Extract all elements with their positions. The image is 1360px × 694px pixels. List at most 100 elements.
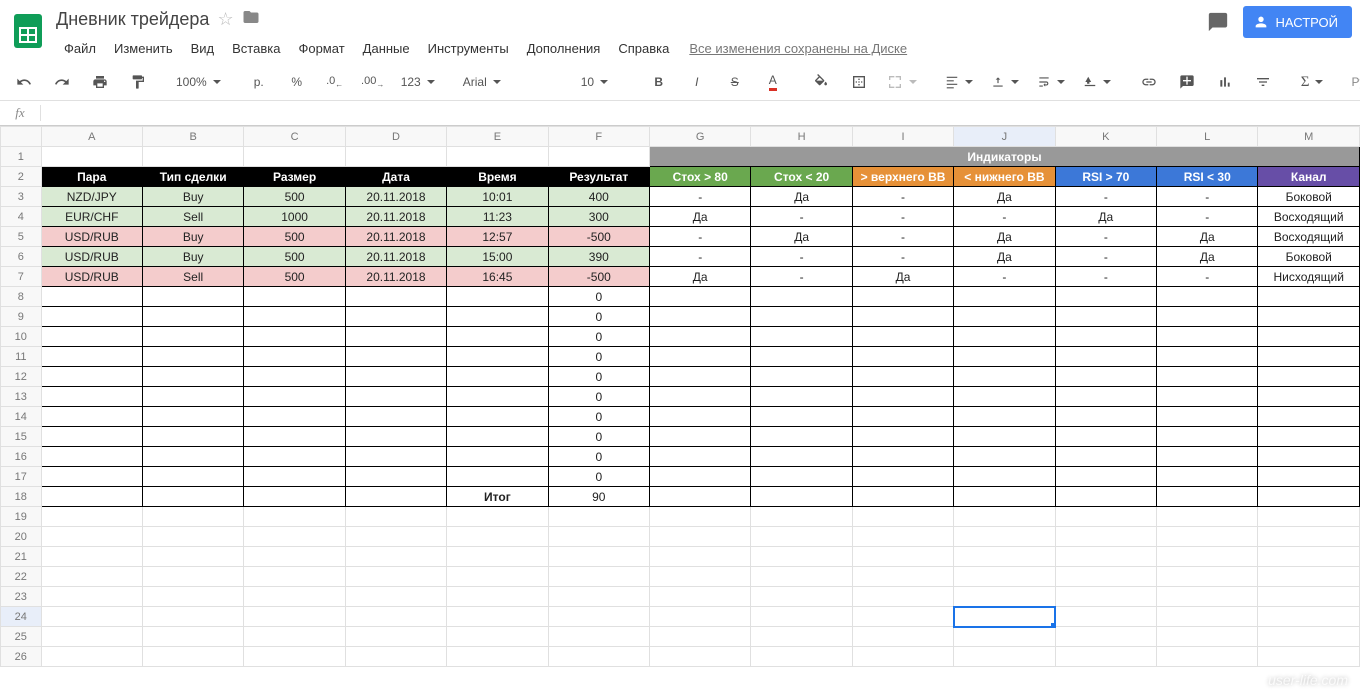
cell[interactable] <box>345 467 446 487</box>
row-header[interactable]: 11 <box>1 347 42 367</box>
cell[interactable]: - <box>650 227 751 247</box>
cell[interactable] <box>142 547 243 567</box>
cell[interactable] <box>650 327 751 347</box>
cell[interactable] <box>954 627 1055 647</box>
cell[interactable]: - <box>650 187 751 207</box>
percent-format[interactable]: % <box>279 68 315 96</box>
cell[interactable] <box>1055 287 1156 307</box>
cell[interactable] <box>142 407 243 427</box>
cell[interactable] <box>1258 527 1360 547</box>
cell[interactable] <box>1258 387 1360 407</box>
cell[interactable] <box>345 487 446 507</box>
menu-insert[interactable]: Вставка <box>224 37 288 60</box>
cell[interactable] <box>244 567 345 587</box>
folder-icon[interactable] <box>242 8 260 31</box>
row-header[interactable]: 24 <box>1 607 42 627</box>
col-header-F[interactable]: F <box>548 127 649 147</box>
cell[interactable] <box>1055 627 1156 647</box>
col-header-H[interactable]: H <box>751 127 852 147</box>
row-header[interactable]: 21 <box>1 547 42 567</box>
cell[interactable] <box>548 547 649 567</box>
cell[interactable] <box>1055 407 1156 427</box>
cell[interactable]: USD/RUB <box>41 267 142 287</box>
cell[interactable] <box>751 447 852 467</box>
col-header-E[interactable]: E <box>447 127 548 147</box>
row-header[interactable]: 19 <box>1 507 42 527</box>
row-header[interactable]: 26 <box>1 647 42 667</box>
cell[interactable] <box>345 627 446 647</box>
row-header[interactable]: 13 <box>1 387 42 407</box>
col-header-M[interactable]: M <box>1258 127 1360 147</box>
cell[interactable] <box>650 627 751 647</box>
cell[interactable] <box>345 607 446 627</box>
cell[interactable] <box>1157 627 1258 647</box>
cell[interactable] <box>1157 507 1258 527</box>
cell[interactable] <box>1157 387 1258 407</box>
cell[interactable] <box>548 527 649 547</box>
cell[interactable] <box>244 527 345 547</box>
cell[interactable] <box>142 387 243 407</box>
cell[interactable] <box>244 647 345 667</box>
row-header[interactable]: 18 <box>1 487 42 507</box>
link-icon[interactable] <box>1131 68 1167 96</box>
col-header-L[interactable]: L <box>1157 127 1258 147</box>
cell[interactable]: - <box>1157 207 1258 227</box>
cell[interactable] <box>1157 307 1258 327</box>
py-button[interactable]: Py <box>1343 68 1360 96</box>
cell[interactable] <box>244 347 345 367</box>
row-header[interactable]: 5 <box>1 227 42 247</box>
chart-icon[interactable] <box>1207 68 1243 96</box>
cell[interactable] <box>751 467 852 487</box>
cell[interactable] <box>548 627 649 647</box>
cell[interactable] <box>1258 327 1360 347</box>
cell[interactable] <box>41 607 142 627</box>
cell[interactable] <box>447 527 548 547</box>
text-color-button[interactable]: A <box>755 68 791 96</box>
cell[interactable] <box>1258 547 1360 567</box>
cell[interactable] <box>650 547 751 567</box>
table-header[interactable]: Тип сделки <box>142 167 243 187</box>
cell[interactable] <box>954 527 1055 547</box>
font-size-select[interactable]: 10 <box>573 68 629 96</box>
rotation-icon[interactable] <box>1075 68 1119 96</box>
cell[interactable] <box>142 347 243 367</box>
cell[interactable] <box>954 407 1055 427</box>
cell[interactable] <box>1157 327 1258 347</box>
cell[interactable]: 20.11.2018 <box>345 207 446 227</box>
cell[interactable]: 0 <box>548 327 649 347</box>
doc-title[interactable]: Дневник трейдера <box>56 9 209 30</box>
cell[interactable] <box>345 447 446 467</box>
cell[interactable]: Нисходящий <box>1258 267 1360 287</box>
cell[interactable] <box>1157 407 1258 427</box>
cell[interactable] <box>142 527 243 547</box>
undo-icon[interactable] <box>6 68 42 96</box>
cell[interactable] <box>852 647 953 667</box>
menu-help[interactable]: Справка <box>610 37 677 60</box>
cell[interactable] <box>852 567 953 587</box>
cell[interactable] <box>852 387 953 407</box>
print-icon[interactable] <box>82 68 118 96</box>
cell[interactable] <box>1055 567 1156 587</box>
sheet-area[interactable]: ABCDEFGHIJKLM1Индикаторы2ПараТип сделкиР… <box>0 126 1360 667</box>
cell[interactable] <box>954 507 1055 527</box>
cell[interactable] <box>1258 467 1360 487</box>
cell[interactable] <box>650 567 751 587</box>
cell[interactable] <box>244 407 345 427</box>
cell[interactable] <box>41 367 142 387</box>
cell[interactable] <box>142 367 243 387</box>
cell[interactable] <box>954 447 1055 467</box>
row-header[interactable]: 9 <box>1 307 42 327</box>
cell[interactable]: Да <box>751 187 852 207</box>
cell[interactable]: Восходящий <box>1258 207 1360 227</box>
table-header[interactable]: Результат <box>548 167 649 187</box>
col-header-I[interactable]: I <box>852 127 953 147</box>
row-header[interactable]: 14 <box>1 407 42 427</box>
cell[interactable]: 0 <box>548 307 649 327</box>
cell[interactable] <box>447 587 548 607</box>
cell[interactable] <box>1157 607 1258 627</box>
cell[interactable] <box>41 627 142 647</box>
row-header[interactable]: 2 <box>1 167 42 187</box>
cell[interactable] <box>1258 307 1360 327</box>
cell[interactable] <box>1055 327 1156 347</box>
row-header[interactable]: 15 <box>1 427 42 447</box>
